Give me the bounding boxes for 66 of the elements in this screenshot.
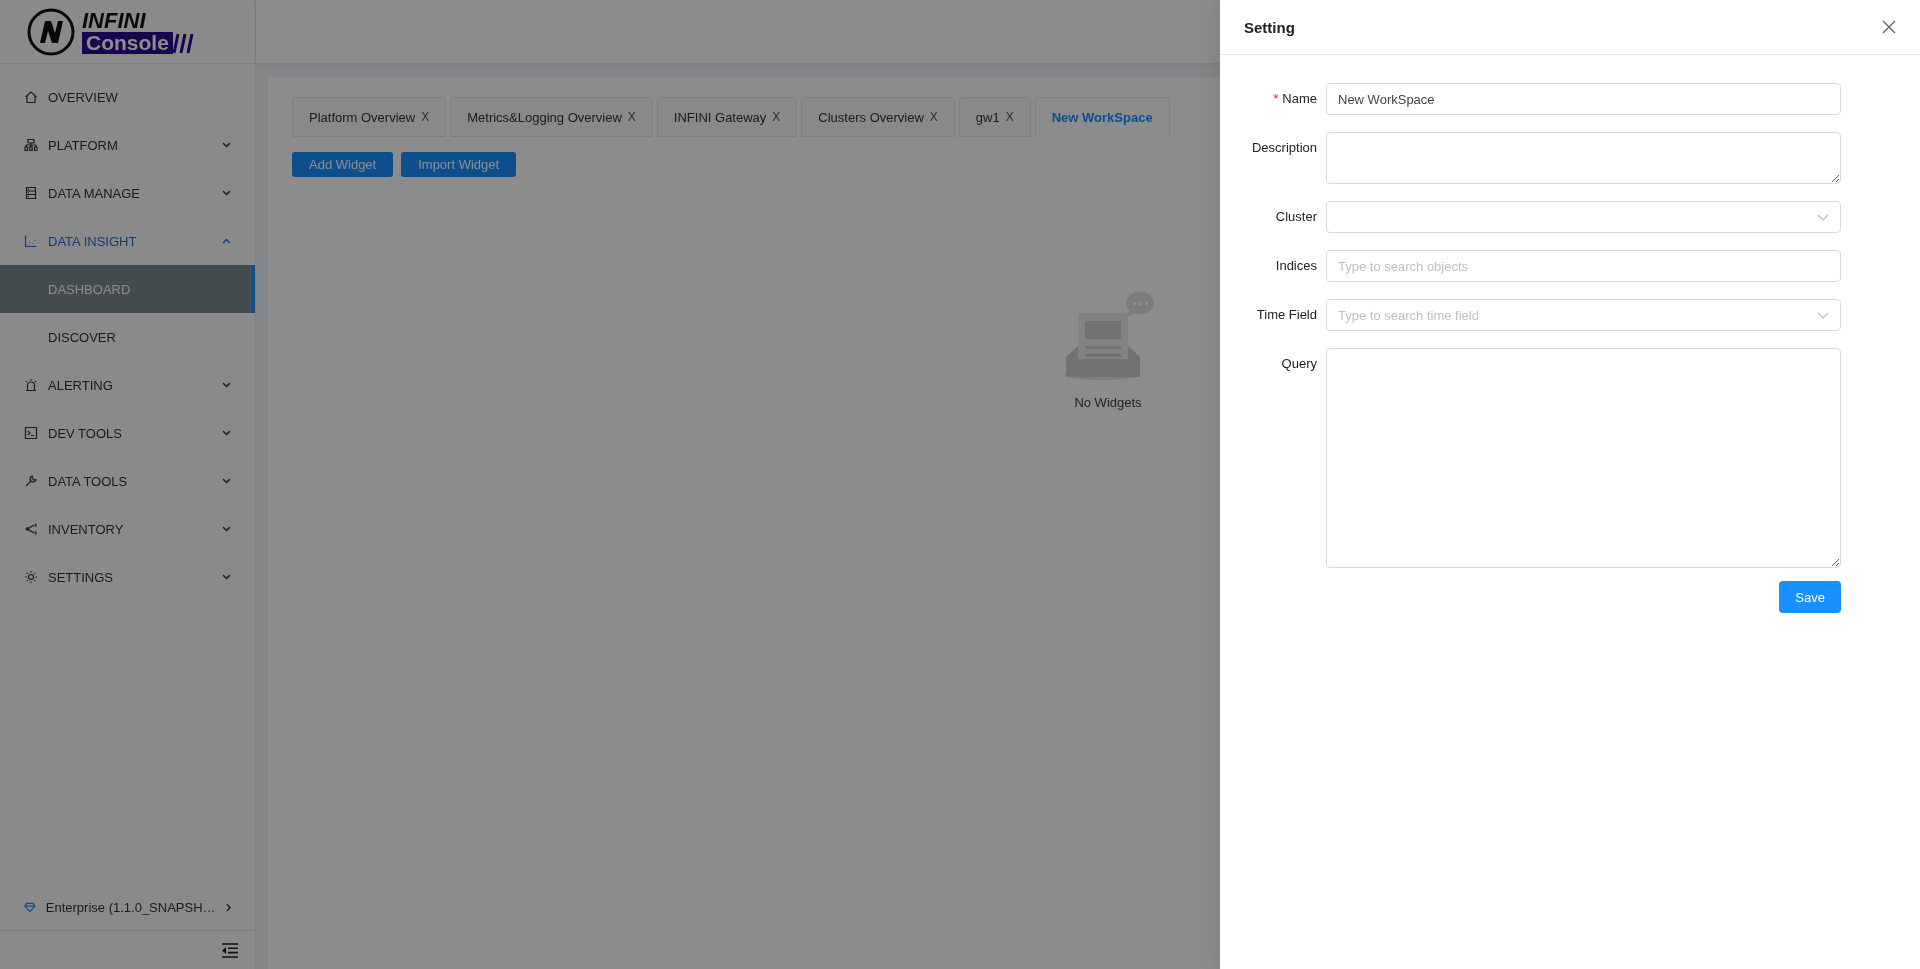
edition-text: Enterprise (1.1.0_SNAPSH… xyxy=(45,899,216,915)
chevron-icon xyxy=(222,190,231,196)
field-label: Cluster xyxy=(1274,208,1317,226)
sidebar-item[interactable]: DATA MANAGE xyxy=(0,169,255,217)
drawer-title: Setting xyxy=(1244,18,1295,36)
action-button[interactable]: Import Widget xyxy=(401,152,517,177)
logo-text: Console xyxy=(82,31,173,54)
sidebar-item[interactable]: INVENTORY xyxy=(0,505,255,553)
workspace-tab[interactable]: INFINI Gateway X xyxy=(656,97,798,137)
menu-icon xyxy=(24,474,38,488)
chevron-icon xyxy=(222,526,231,532)
menu-icon xyxy=(24,234,38,248)
close-icon[interactable] xyxy=(1882,20,1896,34)
field-label: Description xyxy=(1250,139,1317,157)
menu-icon xyxy=(24,186,38,200)
workspace-tab[interactable]: Metrics&Logging Overview X xyxy=(450,97,653,137)
tab-close-button[interactable]: X xyxy=(421,110,430,124)
tab-close-button[interactable]: X xyxy=(929,110,938,124)
sidebar-item[interactable]: SETTINGS xyxy=(0,553,255,601)
input-field[interactable]: Type to search objects xyxy=(1326,250,1841,282)
workspace-tab[interactable]: Platform Overview X xyxy=(292,97,447,137)
required-mark: * xyxy=(1273,91,1279,106)
menu-icon xyxy=(24,90,38,104)
slashes-icon xyxy=(172,31,195,54)
tab-close-button[interactable]: X xyxy=(1005,110,1014,124)
empty-message: No Widgets xyxy=(1074,395,1142,410)
logo-text: INFINI xyxy=(82,9,147,32)
workspace-tab[interactable]: Clusters Overview X xyxy=(801,97,955,137)
chevron-icon xyxy=(222,142,231,148)
sidebar-item[interactable]: ALERTING xyxy=(0,361,255,409)
logo-mark-icon xyxy=(26,6,76,57)
save-button[interactable]: Save xyxy=(1779,581,1841,613)
chevron-icon xyxy=(222,238,231,244)
field-label: Indices xyxy=(1274,257,1317,275)
chevron-icon xyxy=(222,430,231,436)
sidebar-item[interactable]: DEV TOOLS xyxy=(0,409,255,457)
diamond-icon xyxy=(24,901,36,913)
field-label: * Name xyxy=(1272,90,1317,108)
chevron-icon xyxy=(222,478,231,484)
tab-close-button[interactable]: X xyxy=(627,110,636,124)
field-label: Time Field xyxy=(1255,306,1317,324)
menu-icon xyxy=(24,426,38,440)
sidebar-item[interactable]: PLATFORM xyxy=(0,121,255,169)
menu-icon xyxy=(24,378,38,392)
chevron-right-icon xyxy=(225,902,231,912)
field-label: Query xyxy=(1280,355,1317,373)
sidebar-item[interactable]: OVERVIEW xyxy=(0,73,255,121)
menu-icon xyxy=(24,522,38,536)
text-area[interactable] xyxy=(1326,348,1841,568)
text-area[interactable] xyxy=(1326,132,1841,184)
chevron-icon xyxy=(222,382,231,388)
workspace-tab[interactable]: New WorkSpace xyxy=(1034,97,1170,137)
menu-icon xyxy=(24,570,38,584)
workspace-tab[interactable]: gw1 X xyxy=(958,97,1031,137)
action-button[interactable]: Add Widget xyxy=(292,152,394,177)
tab-close-button[interactable]: X xyxy=(772,110,781,124)
menu-icon xyxy=(24,138,38,152)
sidebar-item[interactable]: DATA INSIGHT xyxy=(0,217,255,265)
sidebar-item[interactable]: DATA TOOLS xyxy=(0,457,255,505)
collapse-menu-icon[interactable] xyxy=(221,942,239,958)
sidebar-subitem[interactable]: DASHBOARD xyxy=(0,265,255,313)
chevron-icon xyxy=(222,574,231,580)
sidebar-subitem[interactable]: DISCOVER xyxy=(0,313,255,361)
select-field[interactable] xyxy=(1326,201,1841,233)
input-field[interactable]: New WorkSpace xyxy=(1326,83,1841,115)
edition-link[interactable]: Enterprise (1.1.0_SNAPSH… xyxy=(0,884,255,931)
